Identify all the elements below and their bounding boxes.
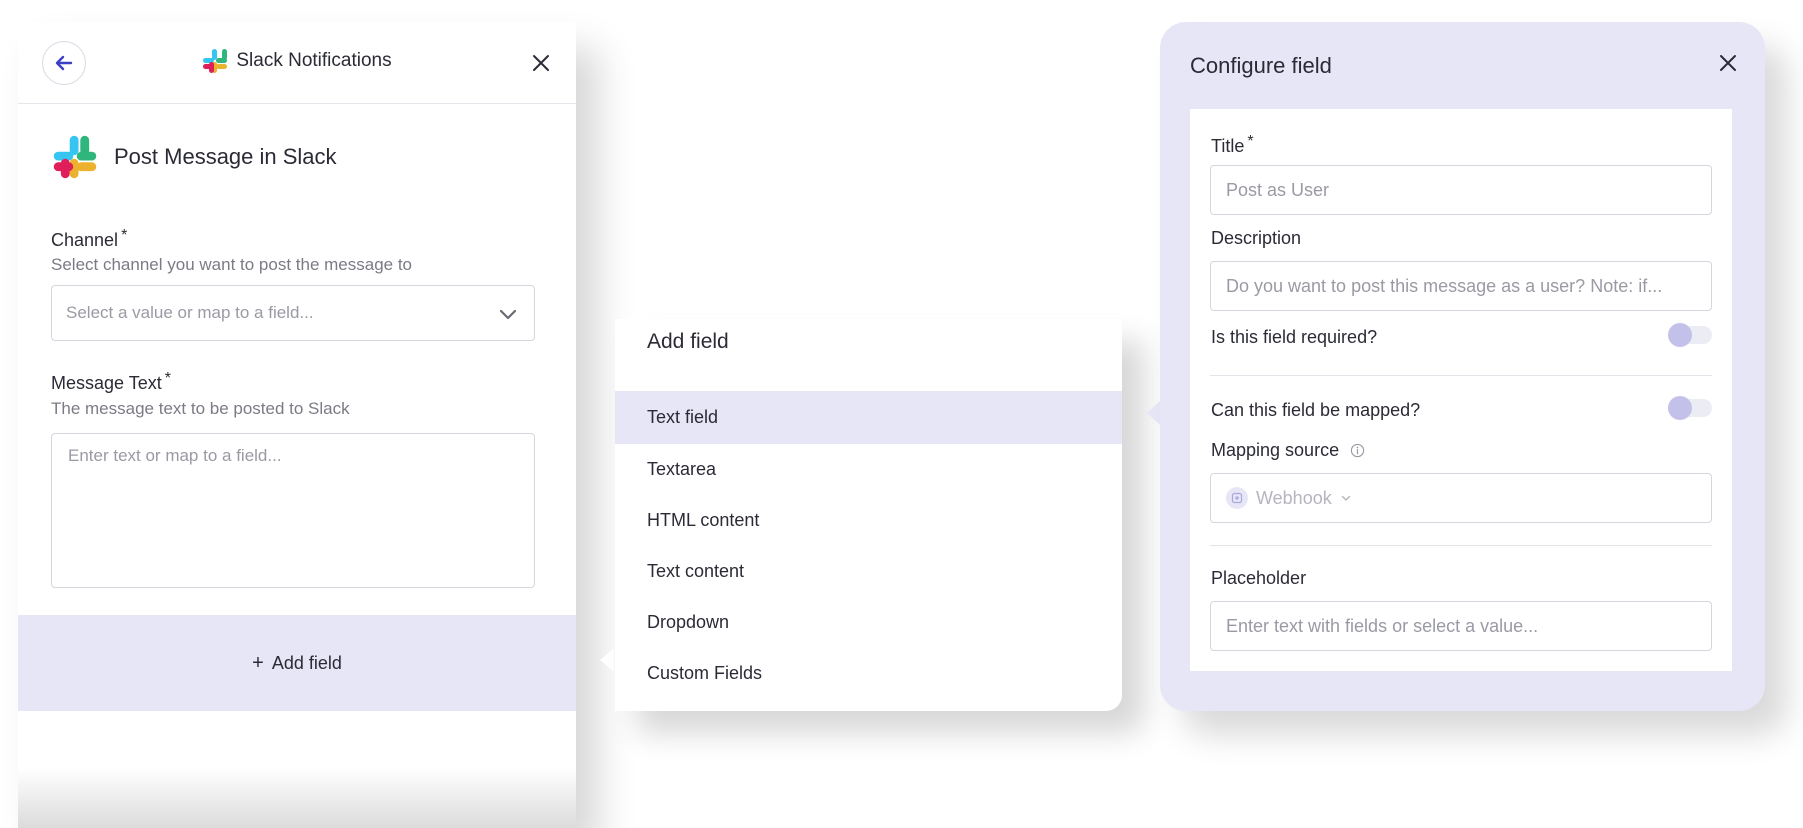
field-type-list: Text field Textarea HTML content Text co…	[615, 391, 1122, 699]
required-mark: *	[1247, 133, 1254, 150]
title-input-placeholder: Post as User	[1226, 179, 1330, 200]
menu-item-html-content[interactable]: HTML content	[615, 495, 1122, 546]
toggle-knob	[1668, 396, 1692, 420]
mapping-source-value: Webhook	[1256, 487, 1332, 508]
placeholder-label: Placeholder	[1211, 568, 1307, 588]
message-text-input[interactable]: Enter text or map to a field...	[51, 433, 535, 588]
bottom-fade	[18, 768, 576, 828]
stage: Slack Notifications Post Message in Slac…	[0, 0, 1803, 828]
channel-label-text: Channel	[51, 230, 119, 250]
header-title-group: Slack Notifications	[18, 48, 576, 74]
chevron-down-icon	[1341, 495, 1350, 501]
add-field-menu: Add field Text field Textarea HTML conte…	[615, 319, 1122, 711]
slack-notifications-panel: Slack Notifications Post Message in Slac…	[18, 22, 576, 828]
description-label: Description	[1211, 228, 1302, 248]
menu-title: Add field	[647, 330, 729, 353]
mapped-toggle[interactable]	[1668, 396, 1712, 420]
configure-form: Title * Post as User Description Do you w…	[1190, 109, 1732, 671]
divider	[1210, 375, 1712, 376]
divider	[1210, 545, 1712, 546]
config-pointer	[1147, 400, 1161, 426]
channel-select[interactable]: Select a value or map to a field...	[51, 285, 535, 341]
menu-item-textarea[interactable]: Textarea	[615, 444, 1122, 495]
action-title-row: Post Message in Slack	[52, 134, 337, 180]
close-icon	[1720, 55, 1736, 71]
slack-logo-icon	[53, 135, 97, 179]
plus-icon: +	[252, 651, 264, 674]
mapping-source-select[interactable]: Webhook	[1210, 473, 1712, 523]
toggle-knob	[1668, 323, 1692, 347]
menu-item-dropdown[interactable]: Dropdown	[615, 597, 1122, 648]
configure-title: Configure field	[1190, 53, 1332, 78]
channel-label: Channel *	[51, 227, 127, 251]
title-field-label-text: Title	[1211, 136, 1245, 156]
message-text-help: The message text to be posted to Slack	[51, 399, 350, 418]
required-toggle[interactable]	[1668, 323, 1712, 347]
configure-field-panel: Configure field Title * Post as User Desc…	[1160, 22, 1765, 711]
channel-help: Select channel you want to post the mess…	[51, 255, 413, 274]
close-icon	[533, 55, 549, 71]
action-title: Post Message in Slack	[114, 144, 337, 169]
mapping-source-label-text: Mapping source	[1211, 440, 1340, 460]
popover-pointer	[600, 648, 614, 672]
mapped-toggle-label: Can this field be mapped?	[1211, 400, 1421, 420]
placeholder-input[interactable]: Enter text with fields or select a value…	[1210, 601, 1712, 651]
title-field-label: Title *	[1211, 133, 1254, 157]
message-text-placeholder: Enter text or map to a field...	[68, 446, 282, 465]
description-input[interactable]: Do you want to post this message as a us…	[1210, 261, 1712, 311]
chevron-down-icon	[499, 309, 517, 320]
message-text-label: Message Text *	[51, 370, 171, 394]
required-toggle-label: Is this field required?	[1211, 327, 1378, 347]
menu-item-custom-fields[interactable]: Custom Fields	[615, 648, 1122, 699]
menu-item-text-field[interactable]: Text field	[615, 391, 1122, 444]
message-text-label-text: Message Text	[51, 373, 162, 393]
slack-logo-icon	[203, 49, 228, 73]
placeholder-input-placeholder: Enter text with fields or select a value…	[1226, 615, 1539, 636]
panel-header: Slack Notifications	[18, 22, 576, 104]
add-field-label: Add field	[271, 652, 342, 673]
close-button[interactable]	[526, 48, 556, 78]
mapping-source-label: Mapping source	[1211, 440, 1365, 461]
configure-close-button[interactable]	[1713, 48, 1743, 78]
menu-item-text-content[interactable]: Text content	[615, 546, 1122, 597]
webhook-icon	[1226, 487, 1248, 509]
required-mark: *	[164, 370, 171, 387]
info-icon	[1350, 443, 1365, 458]
required-mark: *	[121, 227, 128, 244]
title-input[interactable]: Post as User	[1210, 165, 1712, 215]
header-title: Slack Notifications	[236, 50, 392, 71]
add-field-button[interactable]: + Add field	[18, 615, 576, 711]
channel-select-placeholder: Select a value or map to a field...	[66, 303, 314, 322]
description-input-placeholder: Do you want to post this message as a us…	[1226, 275, 1663, 296]
